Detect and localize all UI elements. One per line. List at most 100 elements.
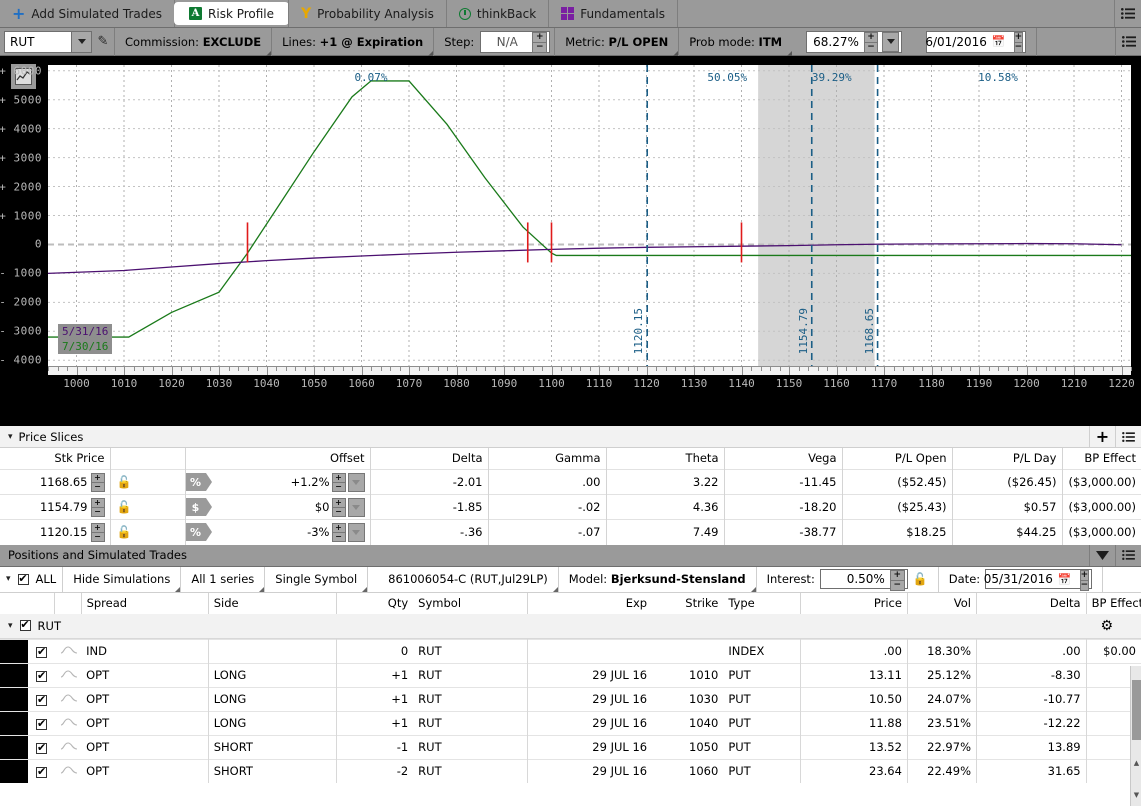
- lock-cell[interactable]: 🔓: [110, 519, 186, 545]
- qty-cell[interactable]: -2: [336, 758, 414, 783]
- lines-setting[interactable]: Lines: +1 @ Expiration: [271, 27, 434, 56]
- col-vega[interactable]: Vega: [724, 448, 843, 470]
- position-row[interactable]: OPTLONG+1RUT29 JUL 161030PUT10.5024.07%-…: [0, 686, 1141, 711]
- offset-mode-button[interactable]: $: [185, 498, 212, 516]
- tab-bar-menu-icon[interactable]: [1115, 0, 1141, 27]
- price-slice-row[interactable]: 1154.79 + − 🔓 $ $0 + − -1.85 -.02 4.36 -18.20 ($25.4…: [0, 494, 1141, 520]
- col-qty[interactable]: Qty: [336, 592, 414, 614]
- settings-bar-menu-icon[interactable]: [1115, 27, 1141, 56]
- lock-open-icon[interactable]: 🔓: [117, 475, 132, 489]
- offset-cell[interactable]: % -3% + −: [185, 519, 371, 545]
- interest-stepper[interactable]: + −: [889, 570, 905, 591]
- chevron-down-icon[interactable]: [71, 31, 91, 52]
- hide-simulations-button[interactable]: Hide Simulations: [63, 566, 182, 592]
- positions-group-row[interactable]: ▾ RUT ⚙: [0, 613, 1141, 639]
- col-price[interactable]: Price: [800, 592, 908, 614]
- col-type[interactable]: Type: [723, 592, 801, 614]
- row-curve-cell[interactable]: [54, 662, 82, 687]
- col-strike[interactable]: Strike: [652, 592, 724, 614]
- lock-cell[interactable]: 🔓: [110, 494, 186, 520]
- offset-dropdown[interactable]: [347, 522, 365, 542]
- col-pl-open[interactable]: P/L Open: [842, 448, 953, 470]
- row-checkbox[interactable]: [36, 719, 48, 730]
- offset-stepper[interactable]: + −: [331, 497, 346, 517]
- col-gamma[interactable]: Gamma: [488, 448, 607, 470]
- calendar-icon[interactable]: 📅: [1058, 573, 1072, 586]
- tab-risk-profile[interactable]: A Risk Profile: [175, 3, 289, 24]
- tab-fundamentals[interactable]: Fundamentals: [549, 0, 678, 27]
- qty-cell[interactable]: +1: [336, 710, 414, 735]
- row-checkbox-cell[interactable]: [28, 734, 55, 759]
- col-vol[interactable]: Vol: [907, 592, 978, 614]
- stk-price-stepper[interactable]: + −: [90, 522, 105, 542]
- position-row[interactable]: IND0RUTINDEX.0018.30%.00$0.00: [0, 638, 1141, 663]
- row-checkbox-cell[interactable]: [28, 758, 55, 783]
- date-field[interactable]: 6/01/2016 📅 + −: [925, 30, 1027, 53]
- symbol-select[interactable]: RUT: [4, 30, 92, 53]
- tab-thinkback[interactable]: thinkBack: [447, 0, 550, 27]
- tab-add-simulated-trades[interactable]: + Add Simulated Trades: [0, 0, 176, 27]
- model-select[interactable]: Model: Bjerksund-Stensland: [559, 566, 757, 592]
- price-slice-row[interactable]: 1168.65 + − 🔓% +1.2% + − -2.01.00 3.22 -11.45 ($52…: [0, 469, 1141, 495]
- edit-pencil-icon[interactable]: ✎: [92, 34, 114, 49]
- price-slice-row[interactable]: 1120.15 + − 🔓% -3% + − -.36 -.07 7.49 -38.77 $18.25…: [0, 519, 1141, 545]
- positions-scrollbar[interactable]: ▲ ▼: [1130, 666, 1141, 806]
- position-row[interactable]: OPTLONG+1RUT29 JUL 161010PUT13.1125.12%-…: [0, 662, 1141, 687]
- row-checkbox-cell[interactable]: [28, 686, 55, 711]
- scroll-up-arrow[interactable]: ▲: [1132, 758, 1141, 767]
- account-select[interactable]: 861006054-C (RUT,Jul29LP): [368, 566, 559, 592]
- lock-open-icon[interactable]: 🔓: [117, 500, 132, 514]
- position-row[interactable]: OPTLONG+1RUT29 JUL 161040PUT11.8823.51%-…: [0, 710, 1141, 735]
- offset-mode-button[interactable]: %: [185, 473, 212, 491]
- gear-icon[interactable]: ⚙: [1100, 618, 1113, 634]
- col-side[interactable]: Side: [208, 592, 337, 614]
- row-curve-cell[interactable]: [54, 686, 82, 711]
- chart-plot-area[interactable]: 0.07% 50.05% 39.29% 10.58% 1120.15 1154.79 116…: [48, 65, 1131, 366]
- lock-open-icon[interactable]: 🔓: [913, 572, 928, 586]
- stk-price-cell[interactable]: 1154.79 + −: [0, 494, 111, 520]
- add-price-slice-button[interactable]: +: [1089, 426, 1115, 447]
- prob-pct-field[interactable]: 68.27% + −: [806, 30, 903, 53]
- positions-date-stepper[interactable]: + −: [1079, 570, 1090, 591]
- stk-price-cell[interactable]: 1168.65 + −: [0, 469, 111, 495]
- row-curve-cell[interactable]: [54, 758, 82, 783]
- row-curve-cell[interactable]: [54, 734, 82, 759]
- qty-cell[interactable]: +1: [336, 686, 414, 711]
- position-row[interactable]: OPTSHORT-2RUT29 JUL 161060PUT23.6422.49%…: [0, 758, 1141, 783]
- col-pl-day[interactable]: P/L Day: [952, 448, 1063, 470]
- col-theta[interactable]: Theta: [606, 448, 725, 470]
- row-checkbox-cell[interactable]: [28, 638, 55, 663]
- positions-collapse-icon[interactable]: [1089, 544, 1115, 566]
- offset-dropdown[interactable]: [347, 472, 365, 492]
- group-checkbox[interactable]: [19, 620, 31, 631]
- lock-open-icon[interactable]: 🔓: [117, 525, 132, 539]
- lock-cell[interactable]: 🔓: [110, 469, 186, 495]
- tab-probability-analysis[interactable]: Y Probability Analysis: [288, 0, 447, 27]
- all-checkbox[interactable]: [17, 573, 29, 585]
- step-stepper[interactable]: + −: [532, 31, 548, 53]
- chevron-down-icon[interactable]: ▾: [6, 574, 11, 584]
- col-symbol[interactable]: Symbol: [413, 592, 528, 614]
- row-checkbox[interactable]: [36, 647, 48, 658]
- row-checkbox[interactable]: [36, 743, 48, 754]
- chevron-down-icon[interactable]: ▾: [8, 432, 13, 442]
- interest-field[interactable]: 0.50% + −: [819, 569, 908, 591]
- offset-cell[interactable]: $ $0 + −: [185, 494, 371, 520]
- scroll-down-arrow[interactable]: ▼: [1132, 790, 1141, 799]
- row-checkbox[interactable]: [36, 671, 48, 682]
- col-spread[interactable]: Spread: [81, 592, 209, 614]
- prob-pct-dropdown[interactable]: [882, 31, 900, 52]
- stk-price-cell[interactable]: 1120.15 + −: [0, 519, 111, 545]
- qty-cell[interactable]: 0: [336, 638, 414, 663]
- metric-setting[interactable]: Metric: P/L OPEN: [554, 27, 679, 56]
- offset-mode-button[interactable]: %: [185, 523, 212, 542]
- chevron-down-icon[interactable]: ▾: [8, 621, 13, 631]
- price-slices-menu-icon[interactable]: [1115, 426, 1141, 447]
- col-delta[interactable]: Delta: [370, 448, 489, 470]
- offset-dropdown[interactable]: [347, 497, 365, 517]
- col-bp-effect[interactable]: BP Effect: [1086, 592, 1141, 614]
- row-curve-cell[interactable]: [54, 710, 82, 735]
- col-exp[interactable]: Exp: [527, 592, 653, 614]
- qty-cell[interactable]: -1: [336, 734, 414, 759]
- date-stepper[interactable]: + −: [1013, 31, 1024, 53]
